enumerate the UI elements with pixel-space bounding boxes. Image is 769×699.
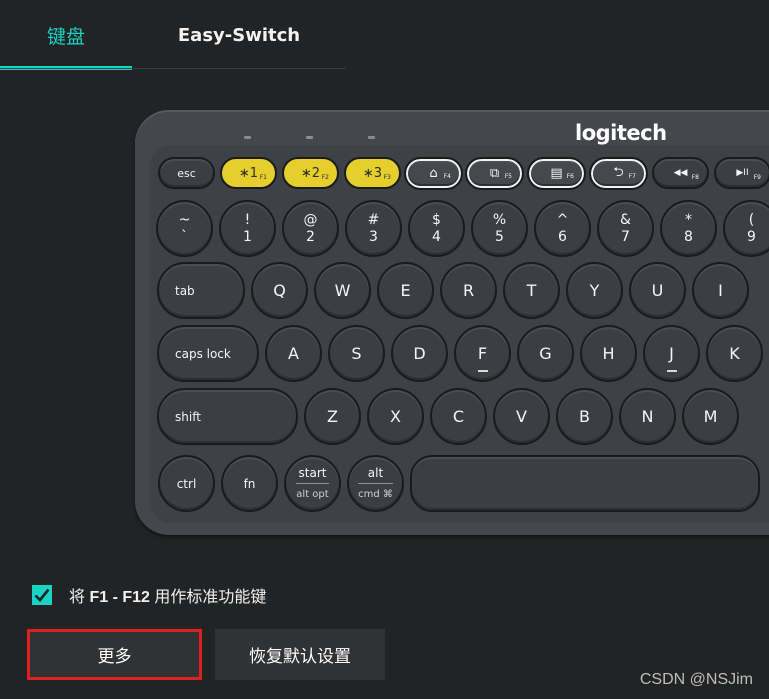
channel-led-1: [244, 136, 251, 139]
key-a: A: [265, 325, 322, 382]
key-g: G: [517, 325, 574, 382]
key-f: F: [454, 325, 511, 382]
key-backtick: ~ `: [156, 200, 213, 257]
menu-icon: ▤: [550, 166, 563, 181]
key-f2-easyswitch-2: ∗2 F2: [282, 157, 339, 189]
home-icon: ⌂: [429, 166, 438, 181]
key-f8-previous-track: ◀◀ F8: [652, 157, 709, 189]
key-f6-menu: ▤ F6: [527, 157, 586, 190]
key-x: X: [367, 388, 424, 445]
key-h: H: [580, 325, 637, 382]
key-u: U: [629, 262, 686, 319]
key-f4-home: ⌂ F4: [404, 157, 463, 190]
key-r: R: [440, 262, 497, 319]
key-q: Q: [251, 262, 308, 319]
key-4: $4: [408, 200, 465, 257]
key-y: Y: [566, 262, 623, 319]
key-k: K: [706, 325, 763, 382]
key-b: B: [556, 388, 613, 445]
key-j: J: [643, 325, 700, 382]
key-start-alt: start alt opt: [284, 455, 341, 512]
back-icon: ⮌: [613, 164, 624, 180]
key-t: T: [503, 262, 560, 319]
key-f1-easyswitch-1: ∗1 F1: [220, 157, 277, 189]
key-f9-play-pause: ▶II F9: [714, 157, 769, 189]
key-ctrl: ctrl: [158, 455, 215, 512]
key-e: E: [377, 262, 434, 319]
keyboard-illustration: logitech esc ∗1 F1 ∗2 F2 ∗3 F3 ⌂ F4 ⧉ F5 ▤ F6 …: [0, 0, 769, 535]
key-fn: fn: [221, 455, 278, 512]
fkey-standard-checkbox[interactable]: [32, 585, 52, 605]
rewind-icon: ◀◀: [673, 168, 688, 178]
channel-led-3: [368, 136, 375, 139]
fkey-option-row: 将 F1 - F12 用作标准功能键: [32, 583, 266, 607]
play-pause-icon: ▶II: [736, 168, 749, 178]
key-5: % 5: [471, 200, 528, 257]
key-1: ! 1: [219, 200, 276, 257]
key-7: & 7: [597, 200, 654, 257]
key-w: W: [314, 262, 371, 319]
key-shift: shift: [157, 388, 298, 445]
key-esc: esc: [158, 157, 215, 189]
key-spacebar: [410, 455, 760, 512]
key-n: N: [619, 388, 676, 445]
checkmark-icon: [34, 588, 50, 602]
key-m: M: [682, 388, 739, 445]
key-f3-easyswitch-3: ∗3 F3: [344, 157, 401, 189]
more-button[interactable]: 更多: [27, 629, 202, 680]
key-2: @2: [282, 200, 339, 257]
channel-led-2: [306, 136, 313, 139]
key-f7-back: ⮌ F7: [589, 157, 648, 190]
key-s: S: [328, 325, 385, 382]
app-switch-icon: ⧉: [489, 166, 500, 181]
key-6: ^ 6: [534, 200, 591, 257]
key-alt-cmd: alt cmd ⌘: [347, 455, 404, 512]
restore-defaults-button[interactable]: 恢复默认设置: [215, 629, 385, 680]
logitech-logo: logitech: [575, 121, 667, 145]
fkey-option-label: 将 F1 - F12 用作标准功能键: [69, 589, 267, 606]
key-i: I: [692, 262, 749, 319]
key-d: D: [391, 325, 448, 382]
key-c: C: [430, 388, 487, 445]
key-v: V: [493, 388, 550, 445]
key-3: #3: [345, 200, 402, 257]
key-caps-lock: caps lock: [157, 325, 259, 382]
key-z: Z: [304, 388, 361, 445]
watermark: CSDN @NSJim: [639, 671, 753, 688]
key-f5-app-switch: ⧉ F5: [465, 157, 524, 190]
key-tab: tab: [157, 262, 245, 319]
key-8: * 8: [660, 200, 717, 257]
